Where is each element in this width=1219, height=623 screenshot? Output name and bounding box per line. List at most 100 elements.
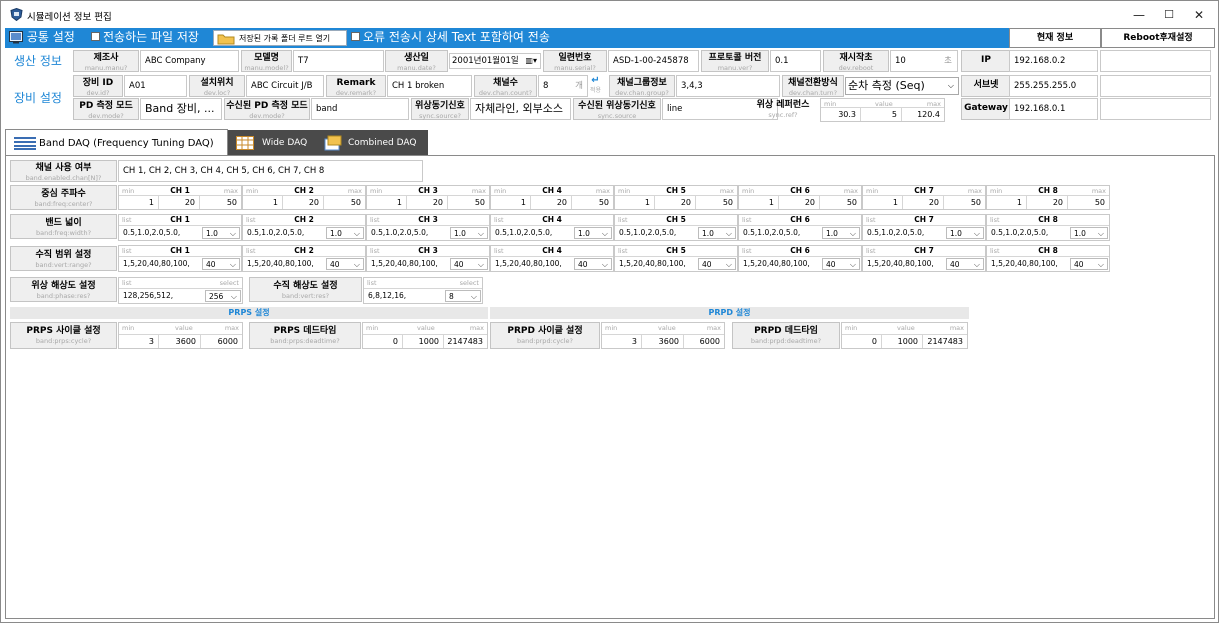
vert-range-ch5-select[interactable]: 40 ⌵ [698,258,736,270]
maker-field[interactable]: ABC Company [140,50,239,72]
vert-range-ch2-list[interactable]: 1,5,20,40,80,100, [247,257,314,271]
center-freq-ch1-value[interactable]: 20 [159,196,200,209]
center-freq-ch5-max[interactable]: 50 [696,196,737,209]
close-button[interactable]: ✕ [1184,5,1214,25]
band-width-ch1-select[interactable]: 1.0 ⌵ [202,227,240,239]
channel-count-field[interactable]: 8개 [538,75,588,97]
band-width-ch1-list[interactable]: 0.5,1.0,2.0,5.0, [123,226,180,240]
ip-reboot-field[interactable] [1100,50,1211,72]
center-freq-ch4-value[interactable]: 20 [531,196,572,209]
prpd-deadtime-max[interactable]: 2147483 [923,335,967,348]
band-width-ch4-list[interactable]: 0.5,1.0,2.0,5.0, [495,226,552,240]
sync-ref-value[interactable]: 5 [861,108,902,121]
sync-source-field[interactable]: 자체라인, 외부소스 [470,98,571,120]
minimize-button[interactable]: — [1124,5,1154,25]
vert-range-ch6-list[interactable]: 1,5,20,40,80,100, [743,257,810,271]
center-freq-ch7-max[interactable]: 50 [944,196,985,209]
band-width-ch6-list[interactable]: 0.5,1.0,2.0,5.0, [743,226,800,240]
device-id-field[interactable]: A01 [124,75,187,97]
center-freq-ch5-min[interactable]: 1 [615,196,655,209]
center-freq-ch2-value[interactable]: 20 [283,196,324,209]
model-field[interactable]: T7 [293,50,384,72]
center-freq-ch6-value[interactable]: 20 [779,196,820,209]
center-freq-ch5-value[interactable]: 20 [655,196,696,209]
center-freq-ch2-min[interactable]: 1 [243,196,283,209]
center-freq-ch2-max[interactable]: 50 [324,196,365,209]
tab-combined-daq[interactable]: Combined DAQ [316,130,428,157]
save-files-checkbox[interactable]: 전송하는 파일 저장 [91,28,199,48]
vert-range-ch8-list[interactable]: 1,5,20,40,80,100, [991,257,1058,271]
center-freq-ch3-value[interactable]: 20 [407,196,448,209]
prps-cycle-max[interactable]: 6000 [201,335,242,348]
prps-deadtime-value[interactable]: 1000 [403,335,444,348]
prps-deadtime-max[interactable]: 2147483 [444,335,487,348]
sync-ref-max[interactable]: 120.4 [902,108,944,121]
phase-res-select[interactable]: 256 ⌵ [205,290,241,302]
vert-range-ch3-list[interactable]: 1,5,20,40,80,100, [371,257,438,271]
vert-range-ch4-list[interactable]: 1,5,20,40,80,100, [495,257,562,271]
gateway-reboot-field[interactable] [1100,98,1211,120]
vert-range-ch1-select[interactable]: 40 ⌵ [202,258,240,270]
tab-wide-daq[interactable]: Wide DAQ [228,130,316,157]
vert-range-ch7-list[interactable]: 1,5,20,40,80,100, [867,257,934,271]
calendar-dropdown-icon[interactable]: ▥▾ [525,54,537,68]
center-freq-ch8-value[interactable]: 20 [1027,196,1068,209]
band-width-ch3-list[interactable]: 0.5,1.0,2.0,5.0, [371,226,428,240]
protocol-version-field[interactable]: 0.1 [770,50,821,72]
band-width-ch7-list[interactable]: 0.5,1.0,2.0,5.0, [867,226,924,240]
prps-cycle-value[interactable]: 3600 [159,335,201,348]
serial-field[interactable]: ASD-1-00-245878 [608,50,699,72]
band-width-ch4-select[interactable]: 1.0 ⌵ [574,227,612,239]
band-width-ch6-select[interactable]: 1.0 ⌵ [822,227,860,239]
vert-range-ch2-select[interactable]: 40 ⌵ [326,258,364,270]
vert-range-ch6-select[interactable]: 40 ⌵ [822,258,860,270]
center-freq-ch4-max[interactable]: 50 [572,196,613,209]
channel-turn-select[interactable]: 순차 측정 (Seq) ⌵ [845,77,959,95]
pd-mode-field[interactable]: Band 장비, ... [140,98,222,120]
channel-apply-button[interactable]: ↵ 적용 [588,75,603,97]
tab-band-daq[interactable]: Band DAQ (Frequency Tuning DAQ) [5,129,228,156]
center-freq-ch8-max[interactable]: 50 [1068,196,1109,209]
center-freq-ch7-value[interactable]: 20 [903,196,944,209]
reboot-reset-button[interactable]: Reboot후재설정 [1101,28,1215,48]
maximize-button[interactable]: ☐ [1154,5,1184,25]
band-width-ch8-select[interactable]: 1.0 ⌵ [1070,227,1108,239]
center-freq-ch4-min[interactable]: 1 [491,196,531,209]
subnet-reboot-field[interactable] [1100,75,1211,97]
prpd-cycle-min[interactable]: 3 [602,335,642,348]
prpd-deadtime-min[interactable]: 0 [842,335,882,348]
band-width-ch8-list[interactable]: 0.5,1.0,2.0,5.0, [991,226,1048,240]
install-location-field[interactable]: ABC Circuit J/B [246,75,324,97]
date-picker[interactable]: 2001년01월01일 ▥▾ [449,53,541,69]
prps-deadtime-min[interactable]: 0 [363,335,403,348]
band-width-ch3-select[interactable]: 1.0 ⌵ [450,227,488,239]
vert-range-ch1-list[interactable]: 1,5,20,40,80,100, [123,257,190,271]
band-width-ch2-select[interactable]: 1.0 ⌵ [326,227,364,239]
channel-group-field[interactable]: 3,4,3 [676,75,780,97]
reboot-seconds-field[interactable]: 10 초 [890,50,958,72]
center-freq-ch3-max[interactable]: 50 [448,196,489,209]
received-pd-mode-field[interactable]: band [311,98,409,120]
band-width-ch5-select[interactable]: 1.0 ⌵ [698,227,736,239]
center-freq-ch3-min[interactable]: 1 [367,196,407,209]
vert-range-ch8-select[interactable]: 40 ⌵ [1070,258,1108,270]
vert-range-ch3-select[interactable]: 40 ⌵ [450,258,488,270]
ip-field[interactable]: 192.168.0.2 [1009,50,1098,72]
prpd-cycle-value[interactable]: 3600 [642,335,684,348]
center-freq-ch6-min[interactable]: 1 [739,196,779,209]
center-freq-ch6-max[interactable]: 50 [820,196,861,209]
center-freq-ch1-max[interactable]: 50 [200,196,241,209]
center-freq-ch1-min[interactable]: 1 [119,196,159,209]
vert-res-list[interactable]: 6,8,12,16, [368,289,406,303]
gateway-field[interactable]: 192.168.0.1 [1009,98,1098,120]
sync-ref-min[interactable]: 30.3 [821,108,861,121]
remark-field[interactable]: CH 1 broken [387,75,472,97]
vert-range-ch7-select[interactable]: 40 ⌵ [946,258,984,270]
center-freq-ch8-min[interactable]: 1 [987,196,1027,209]
error-text-checkbox[interactable]: 오류 전송시 상세 Text 포함하여 전송 [351,28,550,48]
vert-res-select[interactable]: 8 ⌵ [445,290,481,302]
current-info-button[interactable]: 현재 정보 [1009,28,1101,48]
center-freq-ch7-min[interactable]: 1 [863,196,903,209]
vert-range-ch5-list[interactable]: 1,5,20,40,80,100, [619,257,686,271]
prpd-deadtime-value[interactable]: 1000 [882,335,923,348]
